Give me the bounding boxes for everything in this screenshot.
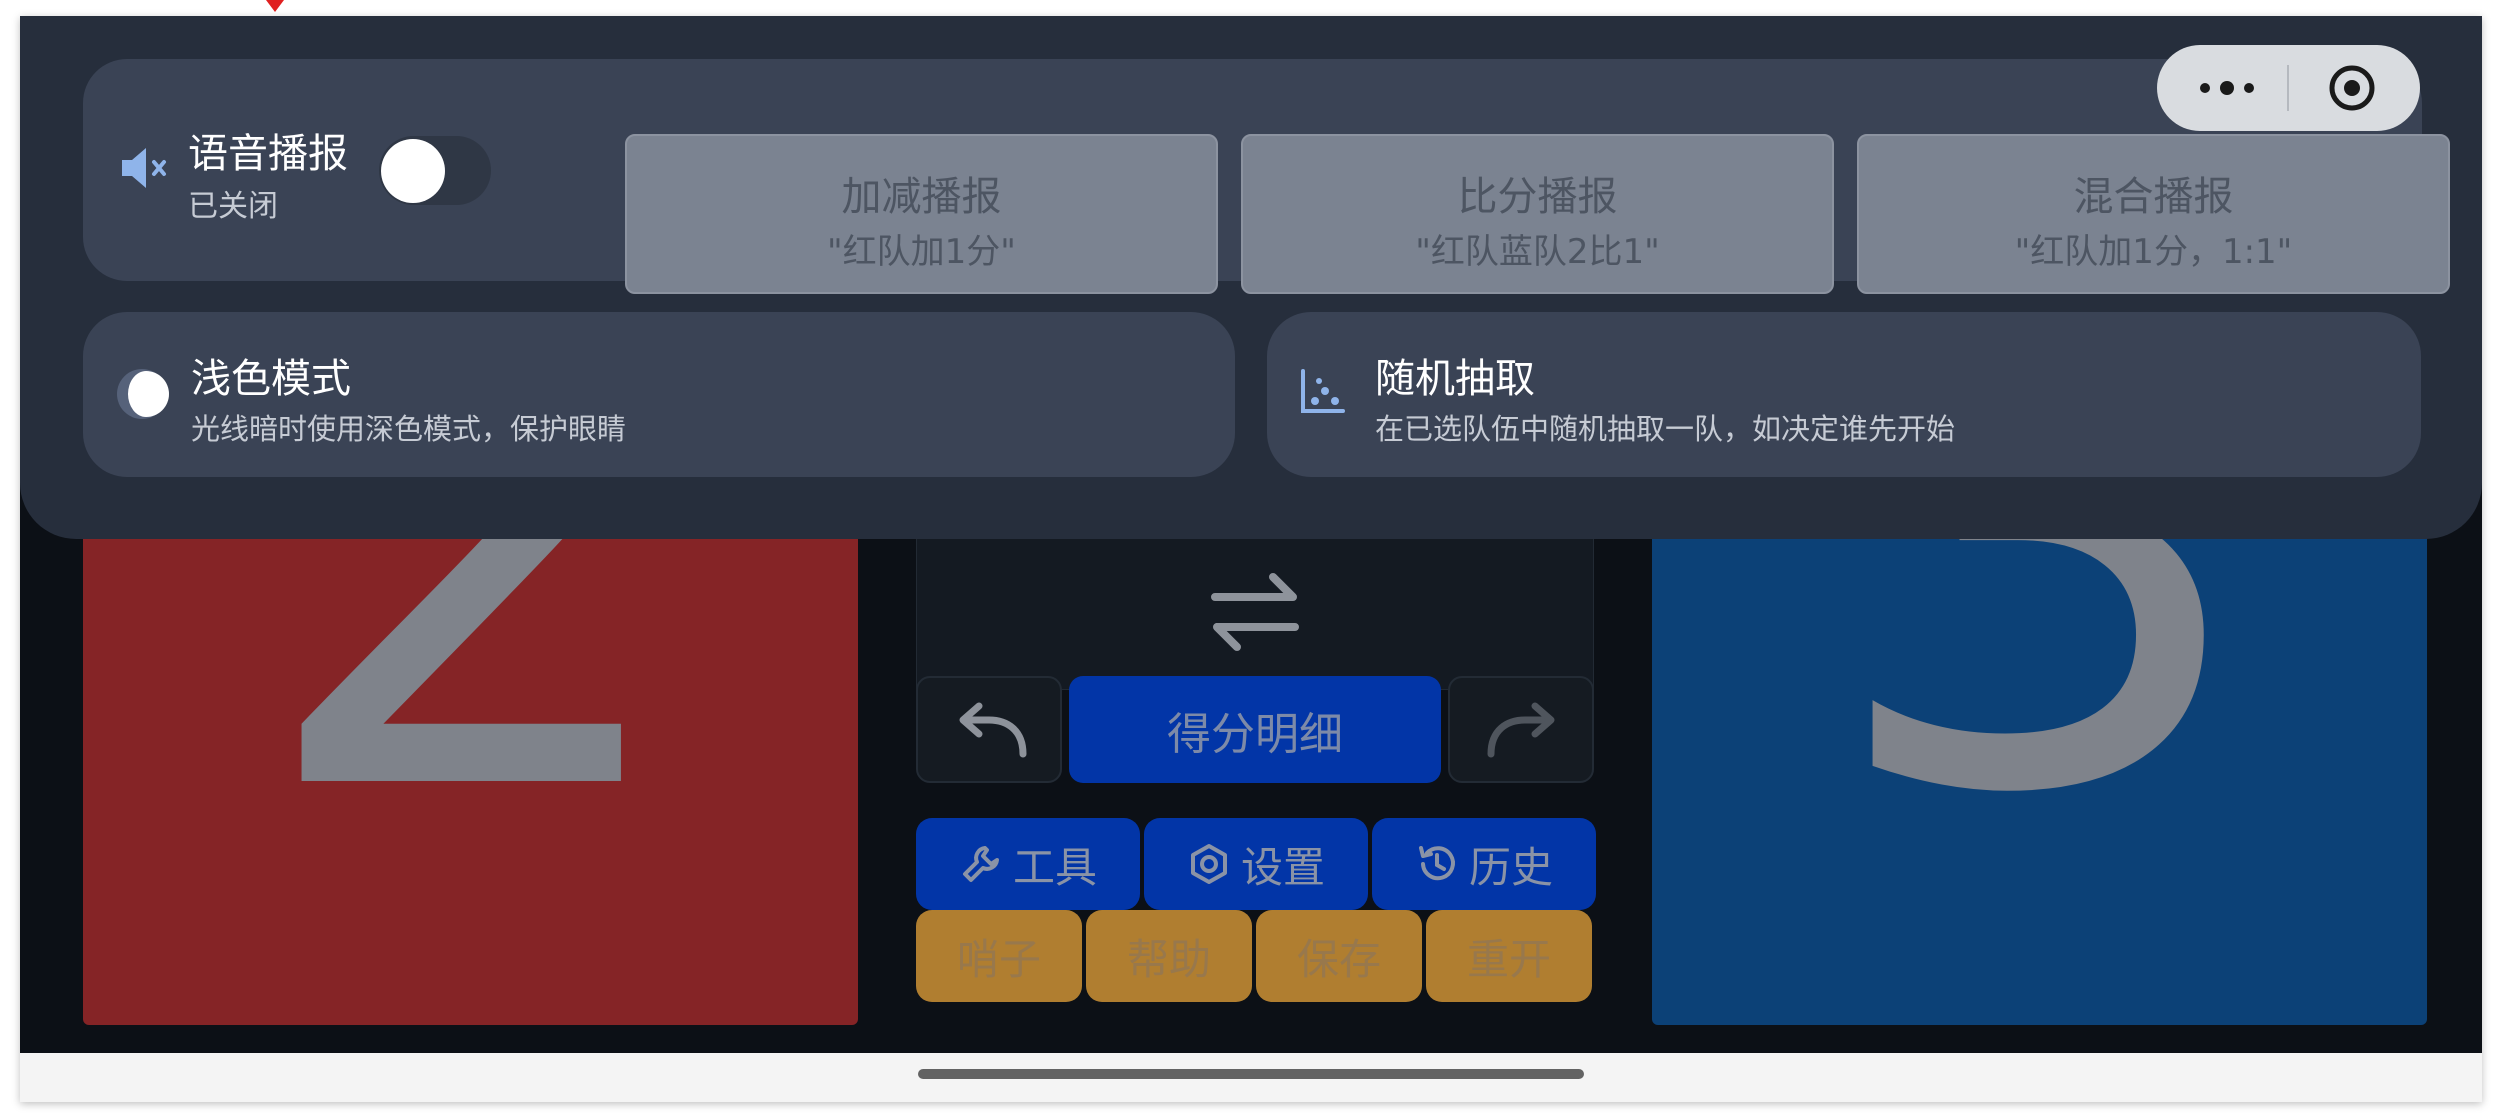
miniprogram-capsule: [2157, 45, 2420, 131]
more-icon[interactable]: [2197, 73, 2257, 103]
wrench-icon: [962, 846, 999, 882]
undo-button[interactable]: [916, 676, 1062, 783]
close-target-icon[interactable]: [2327, 63, 2377, 113]
red-team-score-card[interactable]: 2: [83, 516, 858, 1025]
voice-broadcast-status: 已关闭: [188, 189, 278, 224]
swap-sides-button[interactable]: [916, 532, 1594, 690]
tools-label: 工具: [1012, 842, 1097, 892]
half-moon-icon: [117, 369, 169, 419]
light-mode-subtitle: 光线暗时使用深色模式，保护眼睛: [191, 412, 627, 446]
restart-button[interactable]: 重开: [1426, 910, 1592, 1002]
redo-button[interactable]: [1448, 676, 1594, 783]
settings-label: 设置: [1240, 842, 1325, 892]
quick-settings-panel: 语音播报 已关闭 加减播报 "红队加1分" 比分播报 "红队蓝队2比1" 混合播…: [20, 16, 2482, 539]
blue-team-score-card[interactable]: 3: [1652, 516, 2427, 1025]
undo-icon: [959, 702, 1027, 758]
mode-add-sub-broadcast[interactable]: 加减播报 "红队加1分": [625, 134, 1218, 294]
mode-title: 比分播报: [1457, 174, 1618, 220]
history-button[interactable]: 历史: [1372, 818, 1596, 910]
light-mode-title: 浅色模式: [191, 356, 351, 402]
pointer-marker: [266, 0, 284, 12]
mode-example: "红队蓝队2比1": [1415, 232, 1660, 272]
swap-icon: [1211, 573, 1299, 651]
mode-mixed-broadcast[interactable]: 混合播报 "红队加1分，1:1": [1857, 134, 2450, 294]
help-button[interactable]: 帮助: [1086, 910, 1252, 1002]
whistle-button[interactable]: 哨子: [916, 910, 1082, 1002]
history-icon: [1418, 846, 1455, 881]
mode-example: "红队加1分，1:1": [2014, 232, 2293, 272]
mode-title: 混合播报: [2073, 174, 2234, 220]
random-pick-subtitle: 在已选队伍中随机抽取一队，如决定谁先开始: [1375, 412, 1956, 446]
red-team-score: 2: [251, 516, 690, 944]
voice-broadcast-card: 语音播报 已关闭 加减播报 "红队加1分" 比分播报 "红队蓝队2比1" 混合播…: [83, 59, 2450, 294]
mode-example: "红队加1分": [827, 232, 1016, 272]
save-button[interactable]: 保存: [1256, 910, 1422, 1002]
capsule-divider: [2287, 65, 2289, 111]
score-detail-button[interactable]: 得分明细: [1069, 676, 1441, 783]
gear-icon: [1190, 844, 1227, 884]
scatter-chart-icon: [1301, 369, 1345, 413]
blue-team-score: 3: [1820, 516, 2259, 944]
app-screen: 2 3 得分明细 工具 设置 历史 哨子 帮助 保存 重开 语音播报 已关闭 加…: [20, 16, 2482, 1102]
history-label: 历史: [1468, 842, 1553, 892]
tools-button[interactable]: 工具: [916, 818, 1140, 910]
toggle-knob: [381, 139, 445, 203]
voice-broadcast-toggle[interactable]: [379, 136, 491, 205]
redo-icon: [1487, 702, 1555, 758]
speaker-muted-icon: [122, 148, 166, 188]
settings-button[interactable]: 设置: [1144, 818, 1368, 910]
random-pick-title: 随机抽取: [1375, 356, 1535, 402]
light-mode-card[interactable]: 浅色模式 光线暗时使用深色模式，保护眼睛: [83, 312, 1235, 477]
home-indicator[interactable]: [918, 1069, 1584, 1079]
voice-broadcast-title: 语音播报: [188, 131, 348, 177]
mode-score-broadcast[interactable]: 比分播报 "红队蓝队2比1": [1241, 134, 1834, 294]
mode-title: 加减播报: [841, 174, 1002, 220]
random-pick-card[interactable]: 随机抽取 在已选队伍中随机抽取一队，如决定谁先开始: [1267, 312, 2421, 477]
